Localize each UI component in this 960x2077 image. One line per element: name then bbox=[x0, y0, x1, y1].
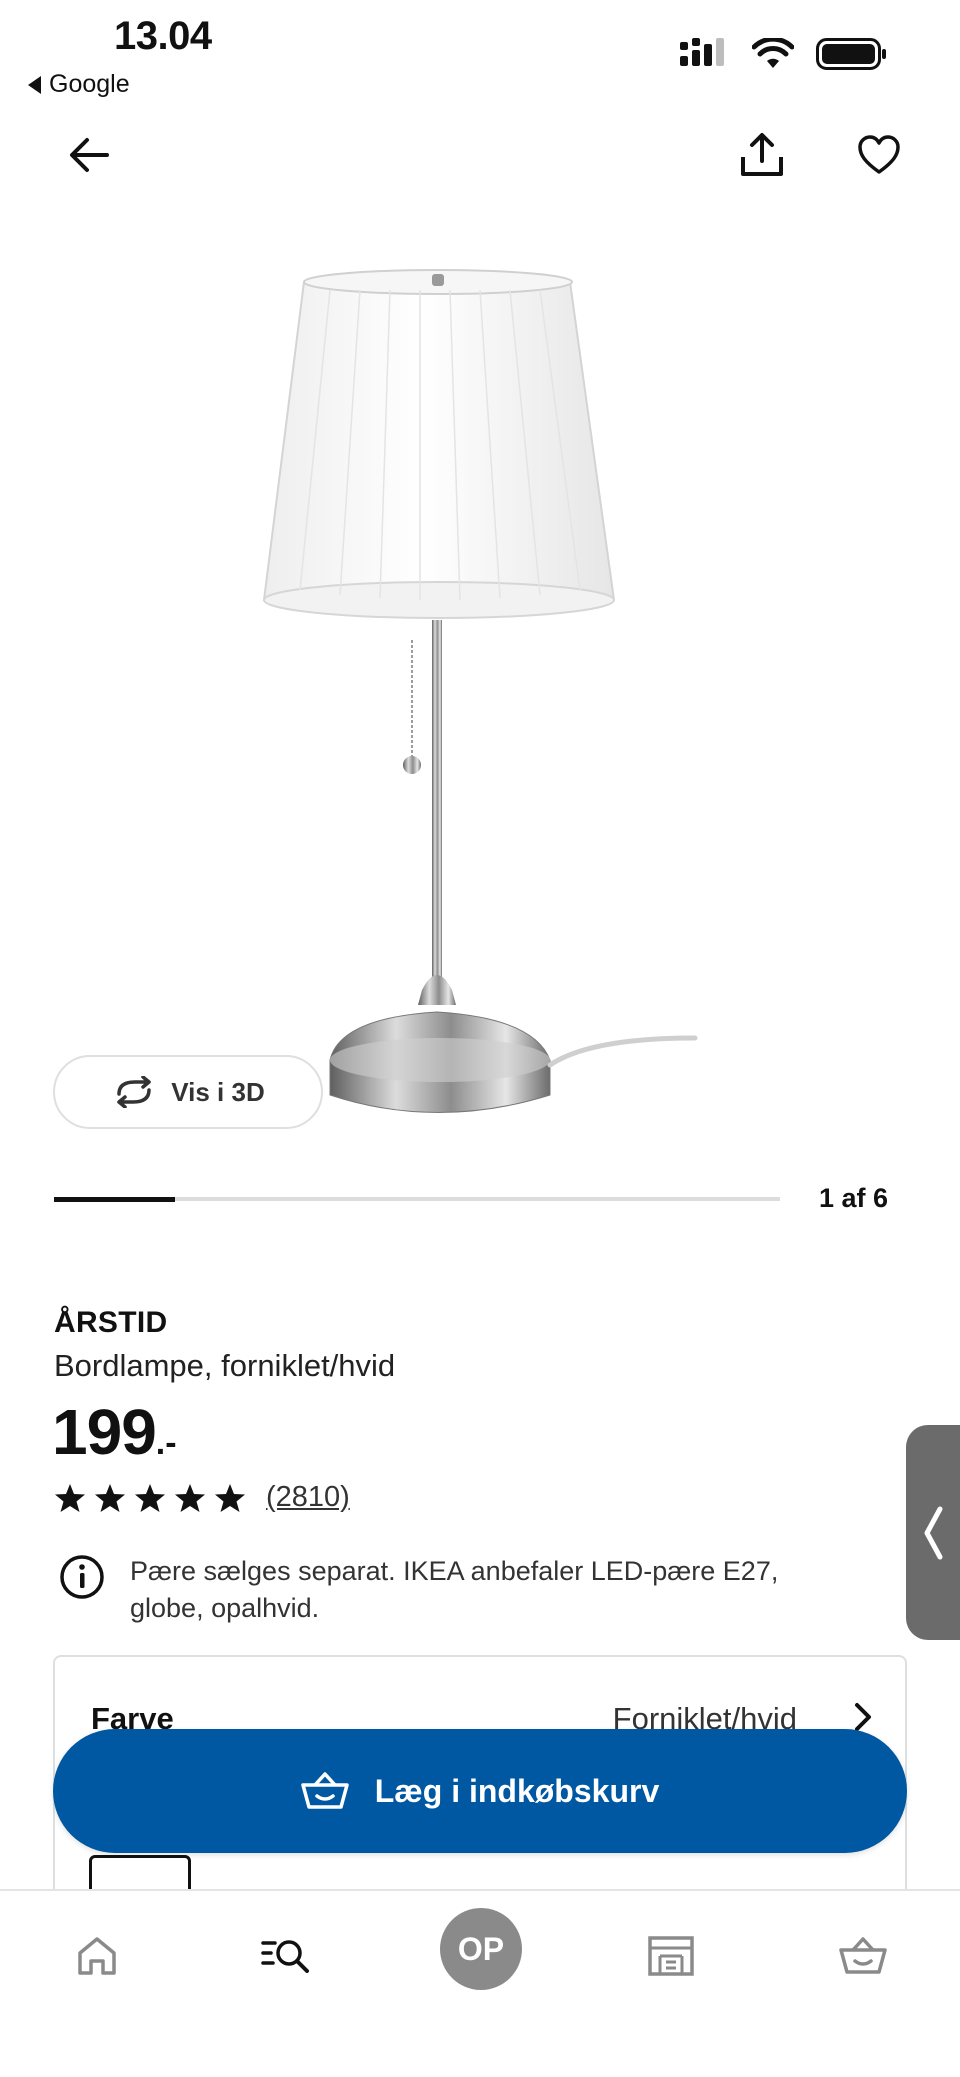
nav-search[interactable] bbox=[252, 1921, 322, 1991]
heart-icon bbox=[858, 135, 900, 174]
share-button[interactable] bbox=[737, 130, 787, 180]
star-icon bbox=[135, 1483, 165, 1512]
info-note-text: Pære sælges separat. IKEA anbefaler LED-… bbox=[130, 1556, 779, 1623]
info-icon bbox=[60, 1555, 104, 1599]
review-count-link[interactable]: (2810) bbox=[266, 1481, 350, 1514]
status-icons bbox=[680, 38, 888, 70]
add-to-cart-label: Læg i indkøbskurv bbox=[374, 1772, 660, 1809]
star-icon bbox=[215, 1483, 245, 1512]
search-list-icon bbox=[261, 1940, 309, 1973]
product-name: ÅRSTID bbox=[54, 1306, 168, 1339]
star-icon bbox=[95, 1483, 125, 1512]
side-panel-tab[interactable] bbox=[906, 1425, 960, 1640]
star-icon bbox=[55, 1483, 85, 1512]
status-time: 13.04 bbox=[114, 14, 212, 58]
share-icon bbox=[741, 133, 783, 176]
favorite-button[interactable] bbox=[854, 130, 904, 180]
rating-stars bbox=[54, 1482, 246, 1514]
price-suffix: .- bbox=[155, 1424, 177, 1462]
bottom-nav: OP bbox=[0, 1889, 960, 2077]
view-in-3d-label: Vis i 3D bbox=[171, 1076, 265, 1107]
rotate-3d-icon bbox=[117, 1076, 152, 1108]
back-button[interactable] bbox=[64, 130, 114, 180]
wifi-icon bbox=[752, 38, 794, 68]
battery-icon bbox=[816, 38, 886, 70]
basket-icon bbox=[301, 1772, 349, 1809]
back-triangle-icon bbox=[28, 75, 41, 94]
price-integer: 199 bbox=[52, 1396, 157, 1468]
carousel-progress-fill bbox=[54, 1197, 176, 1202]
nav-stores[interactable] bbox=[636, 1921, 706, 1991]
basket-icon bbox=[839, 1937, 887, 1974]
back-app-label: Google bbox=[49, 70, 130, 98]
product-rating[interactable]: (2810) bbox=[54, 1481, 350, 1514]
view-in-3d-button[interactable]: Vis i 3D bbox=[53, 1055, 323, 1129]
info-note: Pære sælges separat. IKEA anbefaler LED-… bbox=[58, 1553, 818, 1627]
product-price: 199 .- bbox=[52, 1395, 177, 1469]
star-icon bbox=[175, 1483, 205, 1512]
carousel-progress-bar[interactable] bbox=[54, 1197, 780, 1202]
product-description: Bordlampe, forniklet/hvid bbox=[54, 1348, 396, 1383]
carousel-counter: 1 af 6 bbox=[818, 1183, 888, 1213]
add-to-cart-button[interactable]: Læg i indkøbskurv bbox=[53, 1729, 907, 1853]
back-to-app-link[interactable]: Google bbox=[28, 70, 130, 99]
cellular-signal-icon bbox=[680, 38, 724, 66]
product-image[interactable] bbox=[250, 260, 710, 1140]
nav-profile-avatar[interactable]: OP bbox=[440, 1908, 522, 1990]
nav-home[interactable] bbox=[62, 1921, 132, 1991]
chevron-left-icon bbox=[924, 1506, 943, 1559]
arrow-left-icon bbox=[70, 138, 109, 172]
home-icon bbox=[78, 1937, 116, 1975]
store-icon bbox=[648, 1936, 694, 1976]
nav-basket[interactable] bbox=[828, 1921, 898, 1991]
